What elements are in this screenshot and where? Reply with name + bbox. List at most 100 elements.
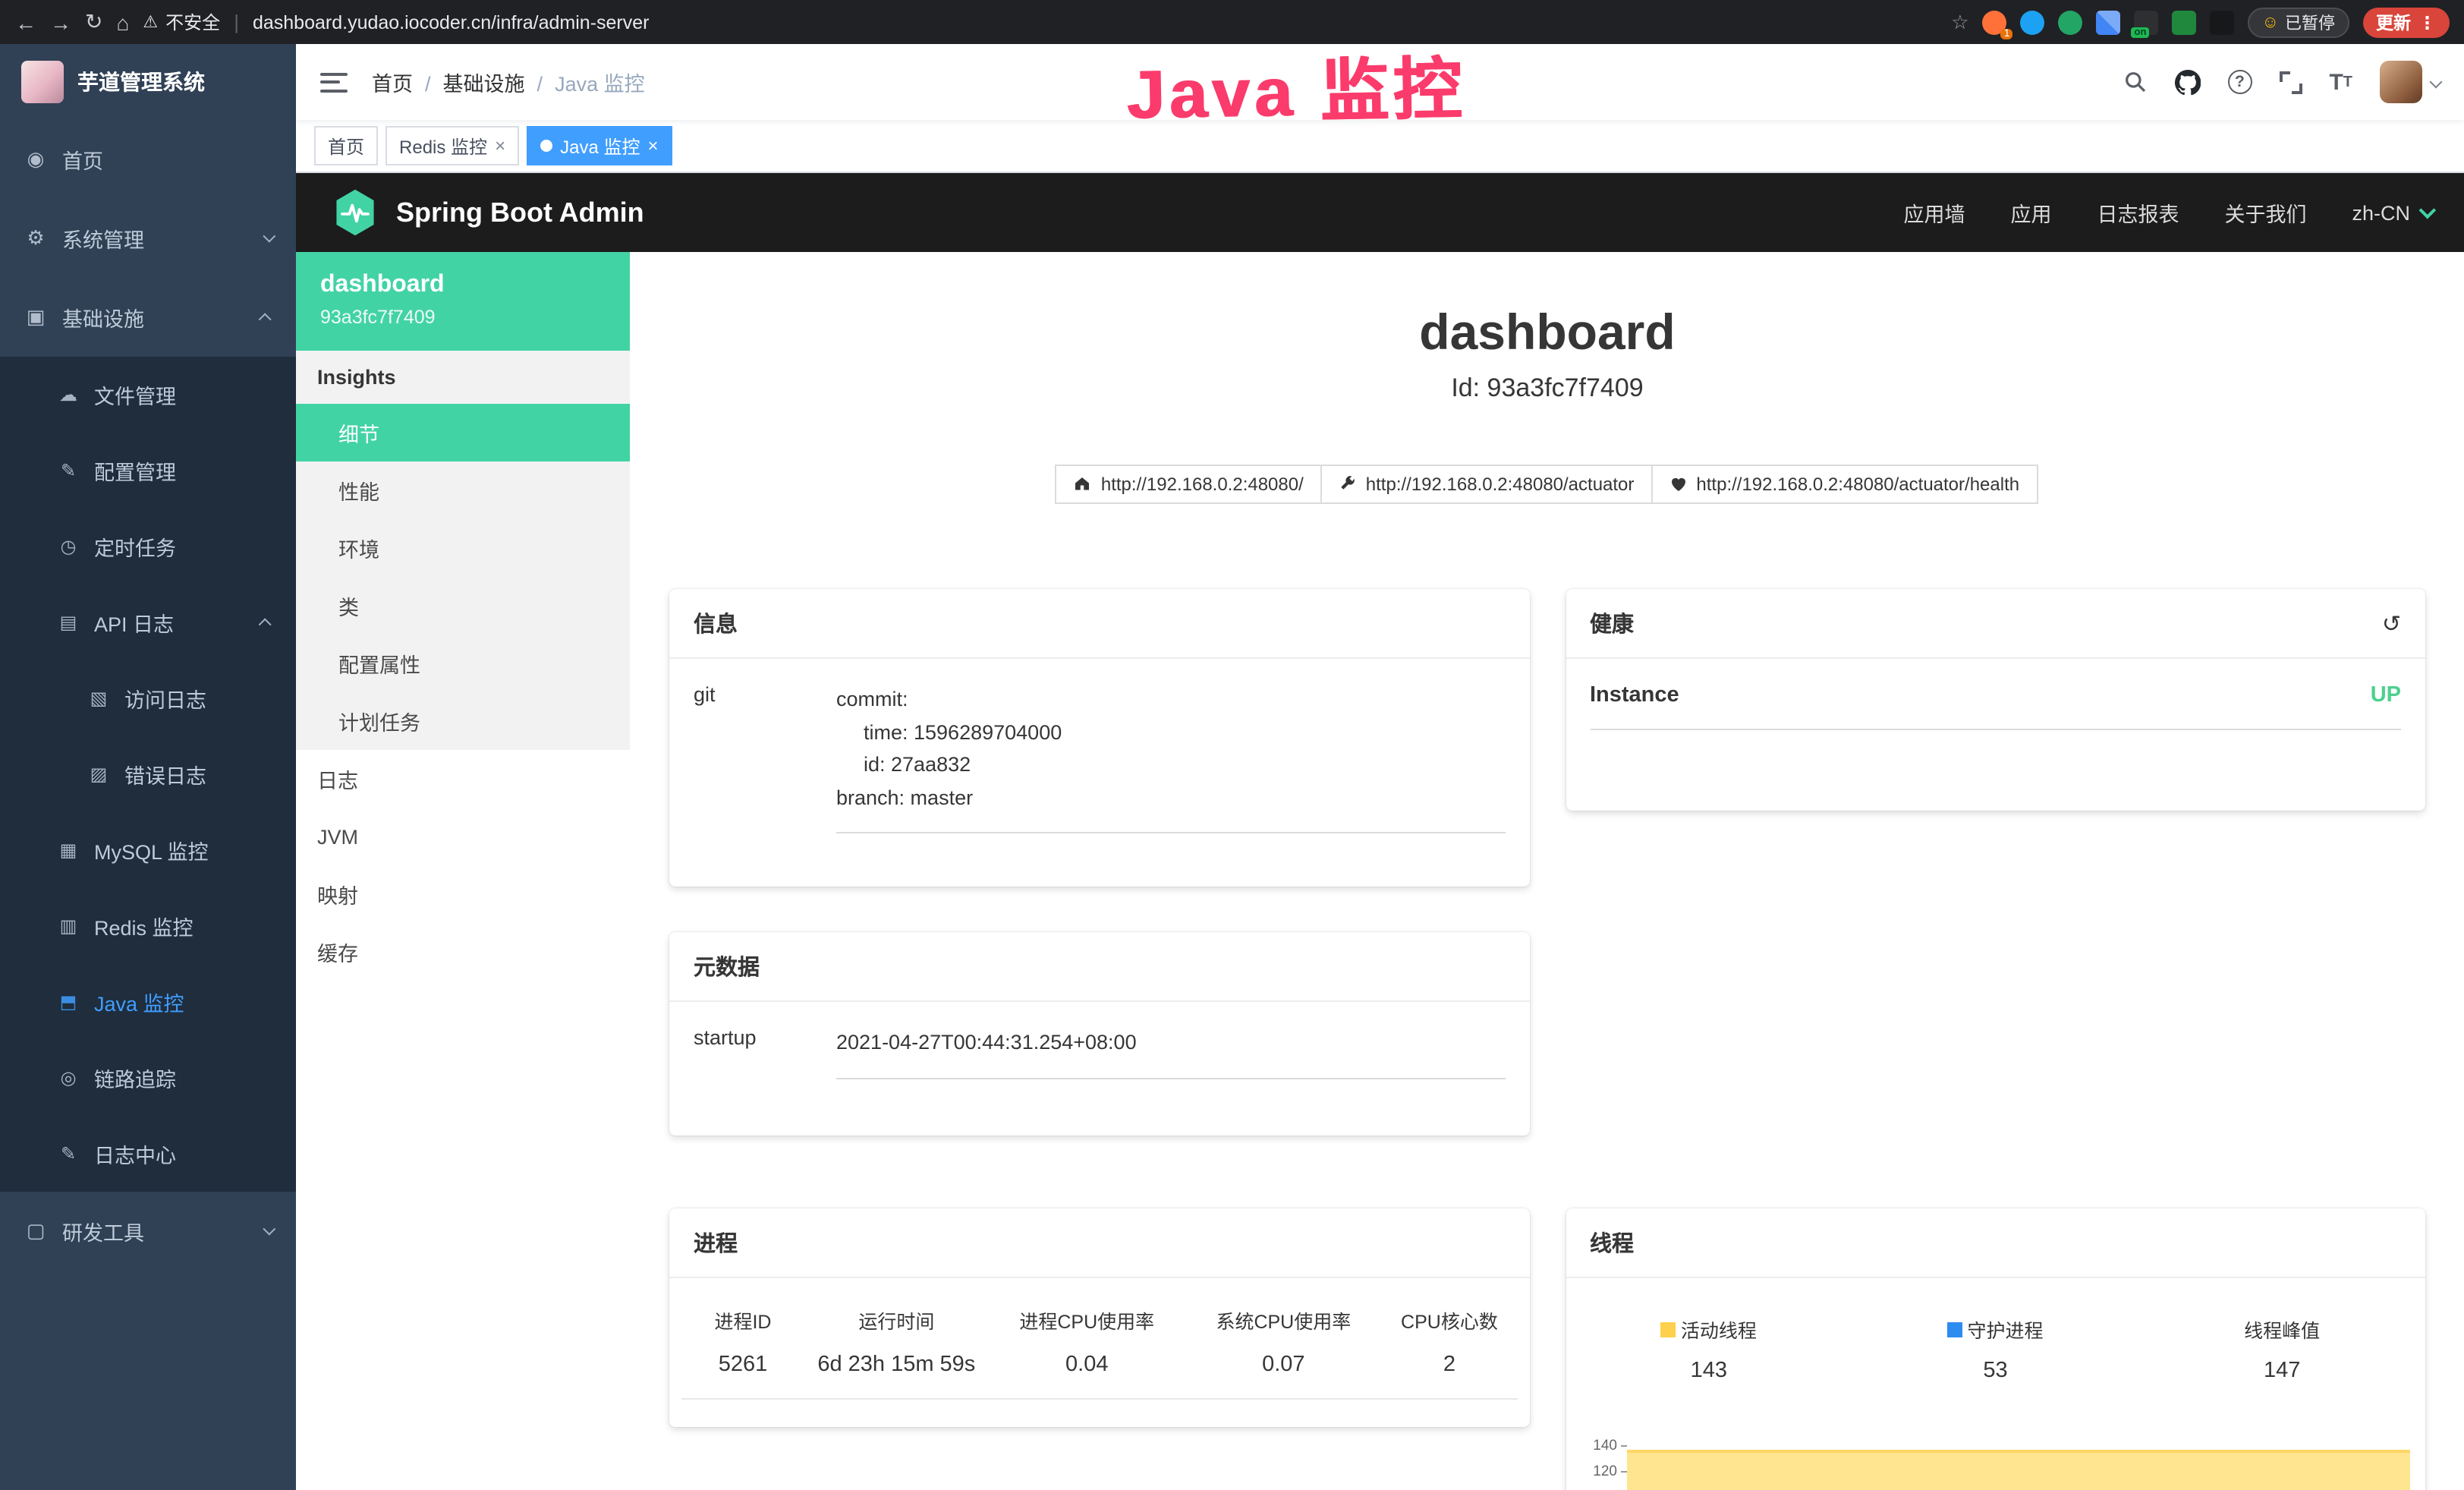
database-icon: ▥ [58,915,79,937]
sba-menu-caches[interactable]: 缓存 [296,923,630,981]
info-row-label: git [669,683,836,834]
hamburger-icon[interactable] [320,72,348,92]
instance-header[interactable]: dashboard 93a3fc7f7409 [296,252,630,351]
clock-icon: ◷ [58,536,79,557]
health-card: 健康 ↺ Instance UP [1566,589,2425,811]
sidebar-item-trace[interactable]: ◎ 链路追踪 [0,1040,296,1116]
tab-redis-monitor[interactable]: Redis 监控 × [385,126,519,165]
security-chip[interactable]: ⚠ 不安全 [143,9,220,35]
help-icon[interactable]: ? [2227,70,2252,94]
user-avatar[interactable] [2380,61,2440,103]
extension-switch-icon[interactable]: on [2135,10,2159,34]
table-icon: ▦ [58,840,79,861]
sba-nav: 应用墙 应用 日志报表 关于我们 zh-CN [1903,197,2431,228]
history-icon[interactable]: ↺ [2382,610,2401,637]
reload-icon[interactable]: ↻ [85,9,102,35]
sidebar-item-redis-monitor[interactable]: ▥ Redis 监控 [0,888,296,964]
sidebar-item-log-center[interactable]: ✎ 日志中心 [0,1116,296,1192]
forward-icon[interactable]: → [50,10,71,34]
sba-menu-scheduledtasks[interactable]: 计划任务 [296,692,630,750]
eye-icon: ◎ [58,1067,79,1088]
home-icon[interactable]: ⌂ [116,10,129,34]
cloud-icon: ☁ [58,384,79,405]
sidebar-item-file-manage[interactable]: ☁ 文件管理 [0,357,296,433]
sidebar-item-mysql-monitor[interactable]: ▦ MySQL 监控 [0,812,296,888]
paused-label: 已暂停 [2285,10,2335,34]
extension-fox-icon[interactable]: 1 [1983,10,2007,34]
sba-brand[interactable]: Spring Boot Admin [329,187,644,238]
sba-nav-wallboard[interactable]: 应用墙 [1903,197,1965,228]
sba-main: dashboard Id: 93a3fc7f7409 http://192.16… [630,252,2464,1490]
service-url-link[interactable]: http://192.168.0.2:48080/ [1056,465,1322,504]
close-icon[interactable]: × [647,135,658,156]
sidebar-item-error-logs[interactable]: ▨ 错误日志 [0,736,296,812]
sidebar-item-java-monitor[interactable]: ⬒ Java 监控 [0,964,296,1040]
sba-menu-environment[interactable]: 环境 [296,519,630,577]
threads-card: 线程 活动线程 守护进程 线程峰值 143 53 147 [1566,1208,2425,1490]
sidebar-item-infrastructure[interactable]: ▣ 基础设施 [0,278,296,357]
dashboard-icon: ◉ [24,147,47,172]
extension-drop-icon[interactable] [2021,10,2045,34]
extension-grid-icon[interactable] [2097,10,2121,34]
log-doc-icon: ▧ [88,688,109,709]
sba-menu-metrics[interactable]: 性能 [296,461,630,519]
update-button[interactable]: 更新 ⋮ [2362,7,2450,37]
close-icon[interactable]: × [495,135,505,156]
toolbox-icon: ▢ [24,1219,47,1243]
info-card: 信息 git commit: time: 1596289704000 id: 2… [669,589,1529,887]
on-badge: on [2132,27,2150,37]
sba-menu-configprops[interactable]: 配置属性 [296,635,630,692]
instance-links: http://192.168.0.2:48080/ http://192.168… [630,465,2464,504]
divider: | [234,11,239,33]
health-url-link[interactable]: http://192.168.0.2:48080/actuator/health [1651,465,2038,504]
extensions-puzzle-icon[interactable] [2211,10,2235,34]
sba-menu-mappings[interactable]: 映射 [296,865,630,923]
sidebar-item-access-logs[interactable]: ▧ 访问日志 [0,660,296,736]
tab-home[interactable]: 首页 [314,126,378,165]
wrench-icon [1339,475,1357,493]
sidebar-item-dev-tools[interactable]: ▢ 研发工具 [0,1192,296,1271]
back-icon[interactable]: ← [15,10,36,34]
sidebar-item-config-manage[interactable]: ✎ 配置管理 [0,433,296,509]
font-size-icon[interactable]: TT [2329,69,2352,95]
sba-nav-journal[interactable]: 日志报表 [2097,197,2179,228]
breadcrumb-home[interactable]: 首页 [372,67,413,97]
sba-menu-details[interactable]: 细节 [296,404,630,461]
caret-down-icon [2430,76,2443,89]
health-instance-label: Instance [1590,683,1679,707]
pencil-icon: ✎ [58,1143,79,1164]
actuator-url-link[interactable]: http://192.168.0.2:48080/actuator [1320,465,1653,504]
security-label: 不安全 [165,9,220,35]
bookmark-star-icon[interactable]: ☆ [1951,10,1968,34]
paused-pill[interactable]: ☺ 已暂停 [2248,7,2349,37]
active-threads-area [1626,1450,2410,1490]
info-row-value: commit: time: 1596289704000 id: 27aa832 … [836,683,1505,834]
extension-leaf-icon[interactable] [2173,10,2197,34]
more-icon[interactable]: ⋮ [2418,11,2436,33]
search-icon[interactable] [2123,70,2147,94]
sidebar-item-home[interactable]: ◉ 首页 [0,120,296,199]
metadata-row-label: startup [669,1026,836,1079]
tab-java-monitor[interactable]: Java 监控 × [527,126,672,165]
sba-menu-classes[interactable]: 类 [296,577,630,635]
sba-menu-insights[interactable]: Insights [296,351,630,404]
app-logo[interactable]: 芋道管理系统 [0,44,296,120]
url-bar[interactable]: dashboard.yudao.iocoder.cn/infra/admin-s… [253,11,650,33]
sba-nav-applications[interactable]: 应用 [2010,197,2051,228]
tags-bar: 首页 Redis 监控 × Java 监控 × [296,120,2464,173]
sidebar-item-scheduled-jobs[interactable]: ◷ 定时任务 [0,509,296,584]
sidebar-item-api-logs[interactable]: ▤ API 日志 [0,584,296,660]
sidebar-item-system[interactable]: ⚙ 系统管理 [0,199,296,278]
fullscreen-icon[interactable] [2279,71,2302,93]
extension-green-icon[interactable] [2059,10,2083,34]
sba-menu-jvm[interactable]: JVM [296,808,630,865]
sba-nav-about[interactable]: 关于我们 [2224,197,2306,228]
locale-select[interactable]: zh-CN [2352,201,2431,224]
sba-menu-logs[interactable]: 日志 [296,750,630,808]
caret-down-icon [2419,202,2437,219]
sba-title: Spring Boot Admin [396,197,644,228]
health-row: Instance UP [1590,683,2401,730]
smiley-icon: ☺ [2262,13,2279,31]
breadcrumb-infrastructure[interactable]: 基础设施 [425,67,525,97]
github-icon[interactable] [2174,69,2200,95]
